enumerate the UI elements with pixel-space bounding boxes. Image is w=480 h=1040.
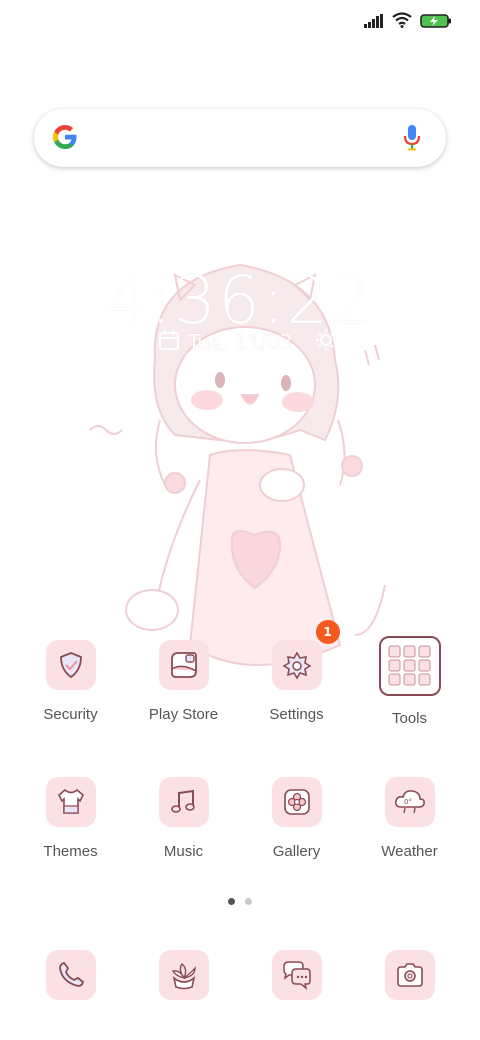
plant-icon xyxy=(158,950,209,1000)
wifi-icon xyxy=(392,12,412,32)
app-label: Settings xyxy=(269,706,324,723)
gear-icon: 1 xyxy=(271,620,340,690)
google-logo-icon xyxy=(50,122,80,156)
dock-plant[interactable] xyxy=(127,950,240,1000)
app-label: Weather xyxy=(381,843,438,860)
app-label: Tools xyxy=(391,710,428,727)
battery-charging-icon xyxy=(420,13,452,32)
themes-shirt-icon xyxy=(45,777,96,827)
signal-icon xyxy=(364,13,384,32)
status-bar xyxy=(0,0,480,40)
messaging-icon xyxy=(271,950,322,1000)
play-store-icon xyxy=(158,640,209,690)
calendar-icon xyxy=(158,329,180,356)
app-weather[interactable]: 0° Weather xyxy=(353,777,466,860)
date-text: Tue, 11/03 xyxy=(188,330,293,354)
app-label: Security xyxy=(43,706,98,723)
app-themes[interactable]: Themes xyxy=(14,777,127,860)
app-gallery[interactable]: Gallery xyxy=(240,777,353,860)
weather-cloud-icon: 0° xyxy=(384,777,435,827)
app-security[interactable]: Security xyxy=(14,640,127,723)
dock-phone[interactable] xyxy=(14,950,127,1000)
phone-icon xyxy=(45,950,96,1000)
app-label: Gallery xyxy=(272,843,321,860)
app-tools-folder[interactable]: Tools xyxy=(353,630,466,727)
app-label: Play Store xyxy=(148,706,219,723)
app-music[interactable]: Music xyxy=(127,777,240,860)
shield-check-icon xyxy=(45,640,96,690)
notification-badge: 1 xyxy=(315,620,340,644)
microphone-icon[interactable] xyxy=(402,124,422,156)
camera-icon xyxy=(384,950,435,1000)
page-dot-1[interactable] xyxy=(228,898,235,905)
gallery-flower-icon xyxy=(271,777,322,827)
app-label: Music xyxy=(163,843,204,860)
page-dot-2[interactable] xyxy=(245,898,252,905)
dock-camera[interactable] xyxy=(353,950,466,1000)
app-label: Themes xyxy=(43,843,98,860)
sun-icon xyxy=(315,329,337,356)
page-indicator[interactable] xyxy=(0,898,480,905)
music-note-icon xyxy=(158,777,209,827)
tools-folder-icon xyxy=(378,636,441,696)
dock-messaging[interactable] xyxy=(240,950,353,1000)
app-settings[interactable]: 1 Settings xyxy=(240,620,353,723)
svg-text:0°: 0° xyxy=(404,798,412,806)
app-play-store[interactable]: Play Store xyxy=(127,640,240,723)
google-search-bar[interactable] xyxy=(34,109,446,167)
date-row[interactable]: Tue, 11/03 xyxy=(158,328,337,356)
